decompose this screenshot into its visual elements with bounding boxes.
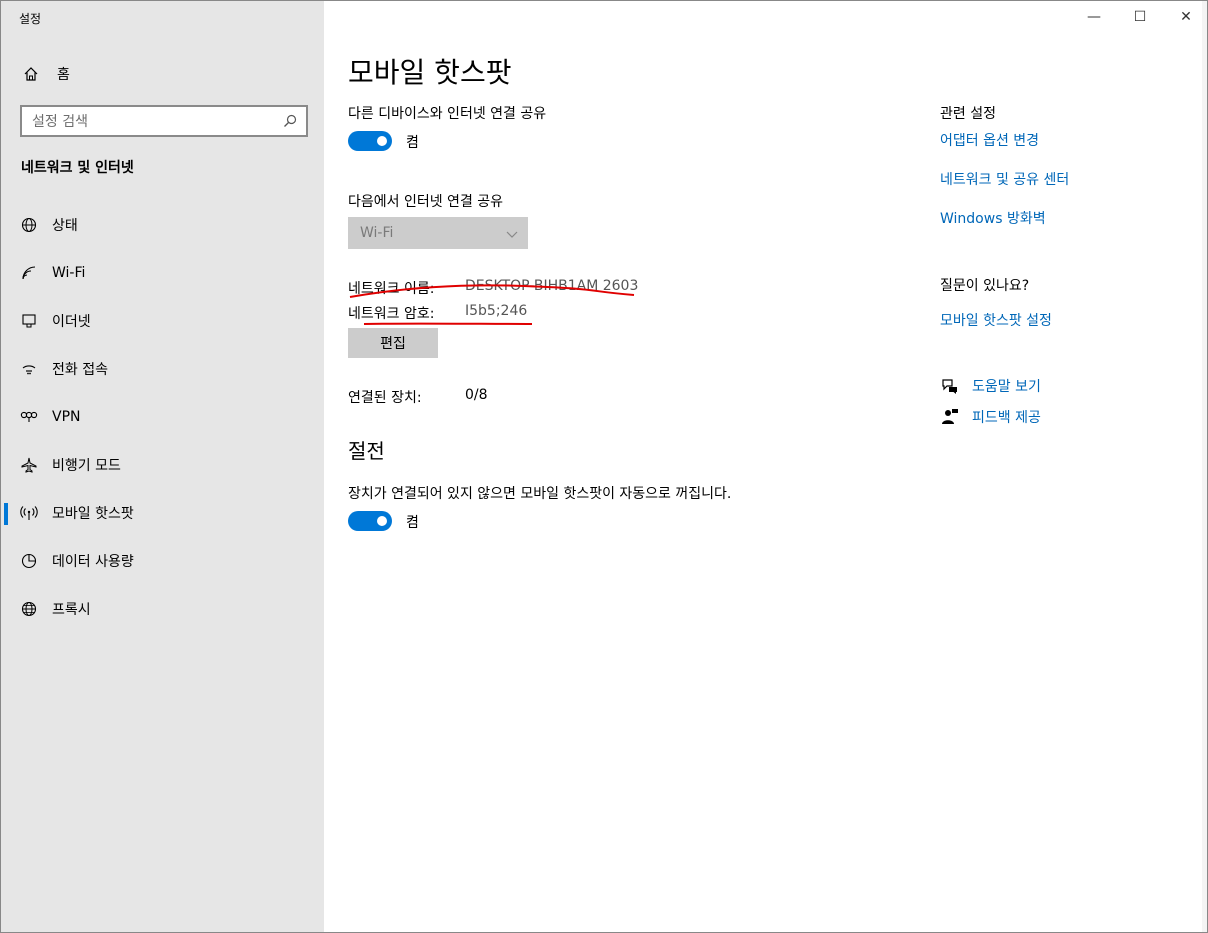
- sidebar-item-label: Wi-Fi: [52, 265, 86, 281]
- network-name-value: DESKTOP-BIHB1AM 2603: [465, 278, 639, 294]
- window-right-edge: [1202, 1, 1207, 932]
- adapter-options-link[interactable]: 어댑터 옵션 변경: [940, 130, 1039, 150]
- feedback-row[interactable]: 피드백 제공: [940, 407, 1041, 427]
- vpn-icon: [19, 407, 39, 427]
- network-password-label: 네트워크 암호:: [348, 306, 435, 322]
- power-saving-state: 켬: [406, 515, 419, 531]
- sidebar-item-wifi[interactable]: Wi-Fi: [1, 249, 324, 297]
- sidebar-item-proxy[interactable]: 프록시: [1, 585, 324, 633]
- share-internet-state: 켬: [406, 135, 419, 151]
- sidebar-item-label: 비행기 모드: [52, 458, 121, 474]
- share-from-value: Wi-Fi: [360, 225, 394, 241]
- question-heading: 질문이 있나요?: [940, 278, 1030, 294]
- power-saving-description: 장치가 연결되어 있지 않으면 모바일 핫스팟이 자동으로 꺼집니다.: [348, 486, 732, 502]
- minimize-button[interactable]: —: [1071, 1, 1117, 33]
- window-controls: — ☐ ✕: [1071, 1, 1207, 33]
- sidebar-item-label: 상태: [52, 218, 78, 234]
- help-chat-icon: [940, 376, 960, 396]
- sidebar-section-title: 네트워크 및 인터넷: [21, 160, 134, 176]
- chevron-down-icon: [506, 224, 518, 243]
- status-globe-icon: [19, 215, 39, 235]
- get-help-link[interactable]: 도움말 보기: [972, 376, 1041, 396]
- main-panel: — ☐ ✕ 모바일 핫스팟 다른 디바이스와 인터넷 연결 공유 켬 다음에서 …: [324, 1, 1207, 932]
- network-sharing-center-link[interactable]: 네트워크 및 공유 센터: [940, 169, 1069, 189]
- network-password-value: I5b5;246: [465, 303, 528, 319]
- share-from-label: 다음에서 인터넷 연결 공유: [348, 194, 504, 210]
- sidebar-item-data-usage[interactable]: 데이터 사용량: [1, 537, 324, 585]
- share-internet-label: 다른 디바이스와 인터넷 연결 공유: [348, 106, 547, 122]
- wifi-icon: [19, 263, 39, 283]
- connected-devices-row: 연결된 장치: 0/8: [348, 387, 488, 407]
- network-name-row: 네트워크 이름: DESKTOP-BIHB1AM 2603: [348, 278, 638, 298]
- sidebar-item-label: 데이터 사용량: [52, 554, 134, 570]
- sidebar-item-label: 이더넷: [52, 314, 91, 330]
- sidebar-item-airplane[interactable]: 비행기 모드: [1, 441, 324, 489]
- power-saving-heading: 절전: [348, 439, 385, 463]
- dialup-icon: [19, 359, 39, 379]
- sidebar-item-label: 전화 접속: [52, 362, 108, 378]
- search-input[interactable]: 설정 검색: [22, 111, 280, 131]
- airplane-icon: [19, 455, 39, 475]
- hotspot-icon: [19, 503, 39, 523]
- edit-button[interactable]: 편집: [348, 328, 438, 358]
- get-help-row[interactable]: 도움말 보기: [940, 376, 1041, 396]
- sidebar-item-label: 프록시: [52, 602, 91, 618]
- data-usage-icon: [19, 551, 39, 571]
- hotspot-settings-link[interactable]: 모바일 핫스팟 설정: [940, 310, 1052, 330]
- home-label: 홈: [57, 67, 70, 83]
- toggle-knob: [377, 516, 387, 526]
- app-title: 설정: [19, 12, 42, 26]
- sidebar-item-ethernet[interactable]: 이더넷: [1, 297, 324, 345]
- related-settings-heading: 관련 설정: [940, 106, 996, 122]
- feedback-link[interactable]: 피드백 제공: [972, 407, 1041, 427]
- proxy-globe-icon: [19, 599, 39, 619]
- search-box[interactable]: 설정 검색: [20, 105, 308, 137]
- settings-window: 설정 홈 설정 검색 네트워크 및 인터넷 상태 Wi-Fi 이더넷 전화 접속…: [0, 0, 1208, 933]
- windows-firewall-link[interactable]: Windows 방화벽: [940, 208, 1046, 228]
- sidebar-item-dialup[interactable]: 전화 접속: [1, 345, 324, 393]
- sidebar-item-label: VPN: [52, 409, 81, 425]
- share-internet-toggle[interactable]: [348, 131, 392, 151]
- sidebar-item-label: 모바일 핫스팟: [52, 506, 134, 522]
- maximize-button[interactable]: ☐: [1117, 1, 1163, 33]
- sidebar-item-mobile-hotspot[interactable]: 모바일 핫스팟: [1, 489, 324, 537]
- network-name-label: 네트워크 이름:: [348, 281, 435, 297]
- share-from-dropdown[interactable]: Wi-Fi: [348, 217, 528, 249]
- home-nav-item[interactable]: 홈: [15, 61, 315, 87]
- connected-devices-label: 연결된 장치:: [348, 390, 422, 406]
- connected-devices-value: 0/8: [465, 387, 488, 403]
- search-icon[interactable]: [280, 111, 300, 131]
- toggle-knob: [377, 136, 387, 146]
- sidebar: 설정 홈 설정 검색 네트워크 및 인터넷 상태 Wi-Fi 이더넷 전화 접속…: [1, 1, 324, 932]
- feedback-person-icon: [940, 407, 960, 427]
- page-title: 모바일 핫스팟: [348, 56, 512, 89]
- home-icon: [19, 62, 43, 86]
- ethernet-icon: [19, 311, 39, 331]
- sidebar-nav: 상태 Wi-Fi 이더넷 전화 접속 VPN 비행기 모드 모바일 핫스팟 데이…: [1, 201, 324, 633]
- network-password-row: 네트워크 암호: I5b5;246: [348, 303, 527, 323]
- sidebar-item-status[interactable]: 상태: [1, 201, 324, 249]
- sidebar-item-vpn[interactable]: VPN: [1, 393, 324, 441]
- power-saving-toggle[interactable]: [348, 511, 392, 531]
